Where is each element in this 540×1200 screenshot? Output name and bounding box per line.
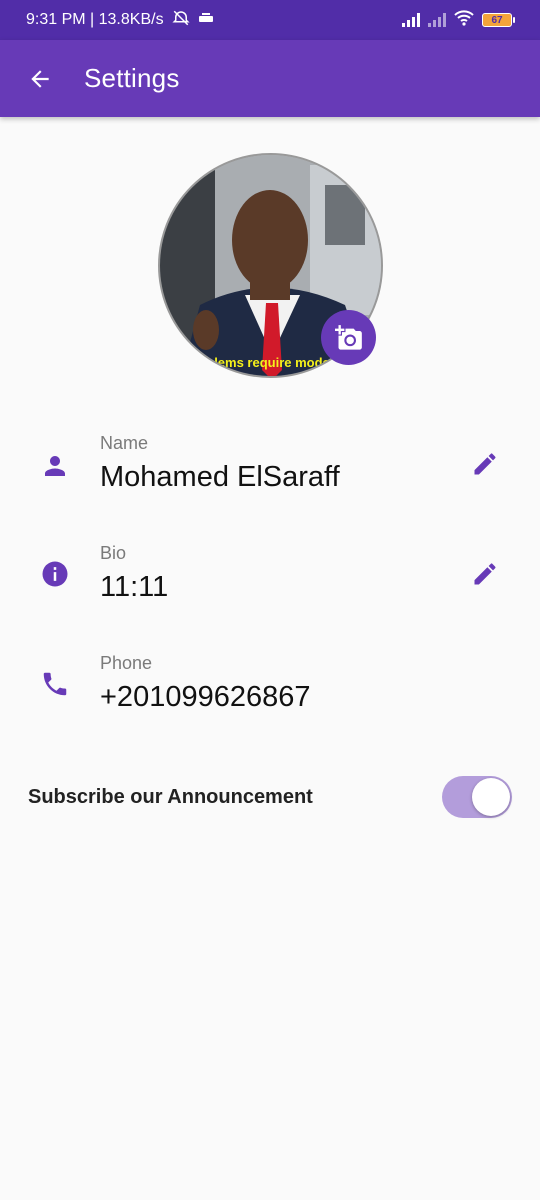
name-field: Name Mohamed ElSaraff — [0, 425, 540, 525]
phone-field: Phone +201099626867 — [0, 645, 540, 745]
subscribe-row: Subscribe our Announcement — [28, 770, 512, 824]
phone-icon — [43, 672, 67, 696]
status-time-speed: 9:31 PM | 13.8KB/s — [26, 11, 164, 28]
signal-icon — [402, 13, 420, 27]
battery-level: 67 — [491, 14, 503, 26]
change-photo-button[interactable] — [321, 310, 376, 365]
bio-value: 11:11 — [100, 571, 169, 603]
camera-add-icon — [334, 324, 362, 350]
edit-icon — [474, 563, 496, 585]
status-right: 67 — [402, 9, 515, 31]
phone-value: +201099626867 — [100, 681, 311, 713]
avatar-container: lems require mode — [158, 153, 383, 378]
subscribe-toggle[interactable] — [442, 776, 512, 818]
name-value: Mohamed ElSaraff — [100, 461, 340, 493]
edit-bio-button[interactable] — [470, 559, 500, 589]
toggle-thumb — [472, 778, 510, 816]
wifi-icon — [454, 9, 474, 31]
arrow-back-icon — [31, 69, 49, 88]
signal-2-icon — [428, 13, 446, 27]
status-bar: 9:31 PM | 13.8KB/s 67 — [0, 0, 540, 40]
phone-label: Phone — [100, 653, 153, 673]
app-bar: Settings — [0, 40, 540, 117]
bio-label: Bio — [100, 543, 127, 563]
subscribe-label: Subscribe our Announcement — [28, 785, 313, 808]
back-button[interactable] — [26, 65, 54, 93]
avatar-caption: lems require mode — [214, 355, 330, 370]
info-icon — [42, 561, 68, 587]
battery-icon: 67 — [482, 13, 515, 27]
notification-icon — [198, 11, 214, 29]
page-title: Settings — [84, 63, 180, 93]
name-label: Name — [100, 433, 149, 453]
person-icon — [45, 456, 65, 476]
edit-name-button[interactable] — [470, 449, 500, 479]
status-left: 9:31 PM | 13.8KB/s — [26, 9, 214, 32]
bio-field: Bio 11:11 — [0, 535, 540, 635]
alarm-off-icon — [172, 9, 190, 32]
edit-icon — [474, 453, 496, 475]
